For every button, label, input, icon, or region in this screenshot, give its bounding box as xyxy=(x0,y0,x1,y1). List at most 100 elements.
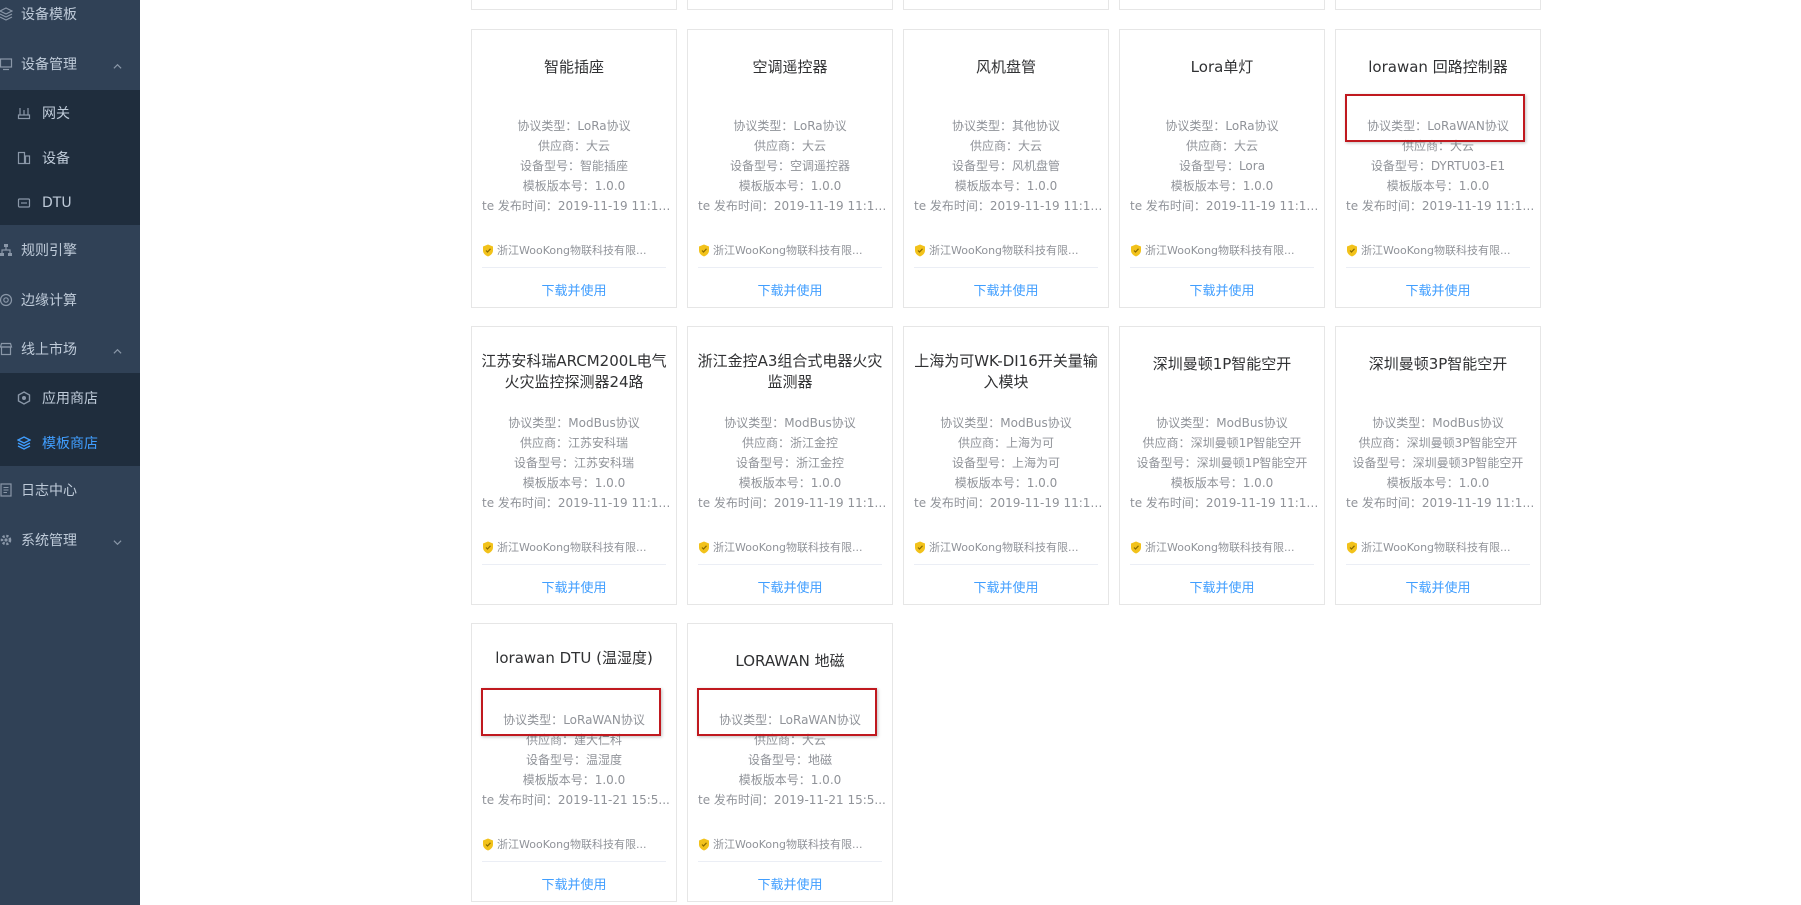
divider xyxy=(698,267,882,268)
vendor-row: 供应商：深圳曼顿1P智能空开 xyxy=(1124,433,1320,453)
download-and-use-link[interactable]: 下载并使用 xyxy=(1120,280,1324,299)
verified-shield-icon xyxy=(482,244,494,257)
published-value: 2019-11-19 11:11... xyxy=(1205,199,1320,213)
model-row: 设备型号：风机盘管 xyxy=(908,156,1104,176)
sidebar-item-label: 模板商店 xyxy=(42,435,98,452)
published-row: te 发布时间：2019-11-19 11:11... xyxy=(1340,493,1536,513)
divider xyxy=(914,267,1098,268)
protocol-row: 协议类型：LoRa协议 xyxy=(1124,116,1320,136)
sidebar-item-system-management[interactable]: 系统管理 xyxy=(0,516,140,564)
card-info: 协议类型：ModBus协议 供应商：深圳曼顿3P智能空开 设备型号：深圳曼顿3P智能… xyxy=(1340,413,1536,513)
download-and-use-link[interactable]: 下载并使用 xyxy=(904,280,1108,299)
sidebar-item-log-center[interactable]: 日志中心 xyxy=(0,466,140,514)
version-label: 模板版本号： xyxy=(738,476,811,490)
template-store-icon xyxy=(16,435,32,451)
model-row: 设备型号：温湿度 xyxy=(476,750,672,770)
model-value: 风机盘管 xyxy=(1012,159,1061,173)
version-row: 模板版本号：1.0.0 xyxy=(908,473,1104,493)
version-value: 1.0.0 xyxy=(1242,179,1274,193)
version-label: 模板版本号： xyxy=(954,179,1027,193)
version-label: 模板版本号： xyxy=(522,773,595,787)
version-label: 模板版本号： xyxy=(954,476,1027,490)
version-value: 1.0.0 xyxy=(594,773,626,787)
protocol-value: LoRa协议 xyxy=(793,119,847,133)
download-and-use-link[interactable]: 下载并使用 xyxy=(688,874,892,893)
version-row: 模板版本号：1.0.0 xyxy=(476,770,672,790)
sidebar-item-online-market[interactable]: 线上市场 xyxy=(0,325,140,373)
divider xyxy=(698,861,882,862)
vendor-row: 供应商：大云 xyxy=(692,136,888,156)
version-row: 模板版本号：1.0.0 xyxy=(476,176,672,196)
template-card: 智能插座 协议类型：LoRa协议 供应商：大云 设备型号：智能插座 模板版本号：1.0.… xyxy=(471,29,677,308)
download-and-use-link[interactable]: 下载并使用 xyxy=(472,577,676,596)
model-row: 设备型号：智能插座 xyxy=(476,156,672,176)
sidebar-item-dtu[interactable]: DTU xyxy=(0,180,140,225)
model-value: 温湿度 xyxy=(586,753,623,767)
sidebar-item-app-store[interactable]: 应用商店 xyxy=(0,375,140,420)
sidebar-item-device[interactable]: 设备 xyxy=(0,135,140,180)
version-value: 1.0.0 xyxy=(1458,476,1490,490)
published-value: 2019-11-19 11:11... xyxy=(1421,199,1536,213)
download-and-use-link[interactable]: 下载并使用 xyxy=(688,280,892,299)
sidebar-item-template-store[interactable]: 模板商店 xyxy=(0,420,140,465)
sidebar-item-device-template[interactable]: 设备模板 xyxy=(0,0,140,38)
download-and-use-link[interactable]: 下载并使用 xyxy=(472,874,676,893)
protocol-label: 协议类型： xyxy=(517,119,578,133)
protocol-label: 协议类型： xyxy=(724,416,785,430)
card-stub xyxy=(1119,0,1325,10)
download-and-use-link[interactable]: 下载并使用 xyxy=(472,280,676,299)
card-title: 浙江金控A3组合式电器火灾监测器 xyxy=(697,352,883,391)
version-row: 模板版本号：1.0.0 xyxy=(692,770,888,790)
version-label: 模板版本号： xyxy=(1386,179,1459,193)
published-value: 2019-11-19 11:11... xyxy=(989,496,1104,510)
published-value: 2019-11-19 11:11... xyxy=(1421,496,1536,510)
sidebar-item-rule-engine[interactable]: 规则引擎 xyxy=(0,226,140,274)
model-label: 设备型号： xyxy=(729,159,790,173)
version-value: 1.0.0 xyxy=(1458,179,1490,193)
verified-shield-icon xyxy=(482,838,494,851)
model-row: 设备型号：深圳曼顿1P智能空开 xyxy=(1124,453,1320,473)
model-row: 设备型号：深圳曼顿3P智能空开 xyxy=(1340,453,1536,473)
vendor-row: 供应商：大云 xyxy=(476,136,672,156)
model-value: 上海为可 xyxy=(1012,456,1061,470)
vendor-label: 供应商： xyxy=(1358,436,1407,450)
sidebar-item-gateway[interactable]: 网关 xyxy=(0,90,140,135)
company-row: 浙江WooKong物联科技有限... xyxy=(698,242,882,258)
vendor-label: 供应商： xyxy=(957,436,1006,450)
protocol-row: 协议类型：ModBus协议 xyxy=(908,413,1104,433)
download-and-use-link[interactable]: 下载并使用 xyxy=(1336,280,1540,299)
card-title: 风机盘管 xyxy=(975,58,1036,76)
protocol-label: 协议类型： xyxy=(733,119,794,133)
template-card: 上海为可WK-DI16开关量输入模块 协议类型：ModBus协议 供应商：上海为可设… xyxy=(903,326,1109,605)
version-value: 1.0.0 xyxy=(594,476,626,490)
published-label: te 发布时间： xyxy=(1130,496,1206,510)
card-title: lorawan DTU (温湿度) xyxy=(495,649,653,667)
download-and-use-link[interactable]: 下载并使用 xyxy=(904,577,1108,596)
model-value: 深圳曼顿3P智能空开 xyxy=(1412,456,1524,470)
template-card: LORAWAN 地磁 协议类型：LoRaWAN协议 供应商：大云 设备型号：地磁 模板版… xyxy=(687,623,893,902)
vendor-row: 供应商：江苏安科瑞 xyxy=(476,433,672,453)
download-and-use-link[interactable]: 下载并使用 xyxy=(1336,577,1540,596)
download-and-use-link[interactable]: 下载并使用 xyxy=(1120,577,1324,596)
company-row: 浙江WooKong物联科技有限... xyxy=(1346,539,1530,555)
verified-shield-icon xyxy=(1346,244,1358,257)
sidebar-item-device-management[interactable]: 设备管理 xyxy=(0,40,140,88)
card-title: lorawan 回路控制器 xyxy=(1368,58,1508,76)
version-value: 1.0.0 xyxy=(810,773,842,787)
model-label: 设备型号： xyxy=(951,159,1012,173)
vendor-value: 大云 xyxy=(586,139,611,153)
protocol-value: ModBus协议 xyxy=(784,416,856,430)
model-label: 设备型号： xyxy=(519,159,580,173)
version-row: 模板版本号：1.0.0 xyxy=(692,176,888,196)
verified-shield-icon xyxy=(1130,541,1142,554)
protocol-value: LoRa协议 xyxy=(1225,119,1279,133)
company-name: 浙江WooKong物联科技有限... xyxy=(929,541,1079,554)
published-row: te 发布时间：2019-11-19 11:11... xyxy=(476,493,672,513)
company-row: 浙江WooKong物联科技有限... xyxy=(1130,242,1314,258)
sidebar-item-edge-computing[interactable]: 边缘计算 xyxy=(0,276,140,324)
card-title: 空调遥控器 xyxy=(752,58,828,76)
sidebar-item-label: 设备 xyxy=(42,150,70,167)
download-and-use-link[interactable]: 下载并使用 xyxy=(688,577,892,596)
vendor-row: 供应商：大云 xyxy=(908,136,1104,156)
model-value: 地磁 xyxy=(808,753,833,767)
